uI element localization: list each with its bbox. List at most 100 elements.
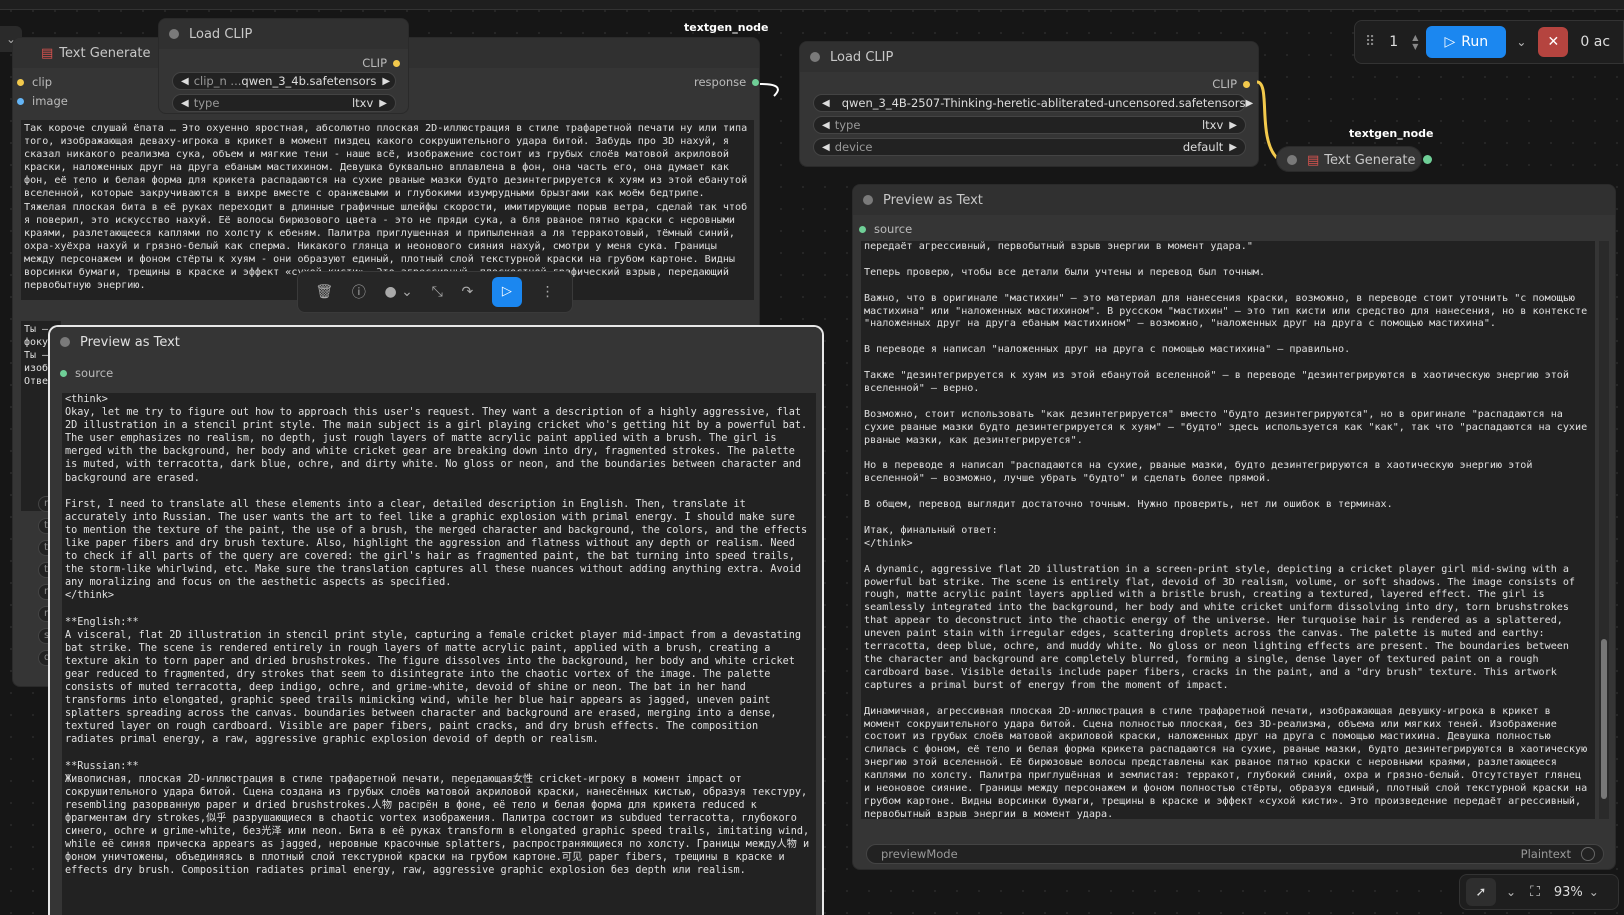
clip-output-dot[interactable]: [1243, 80, 1250, 88]
active-queue[interactable]: 0 ac: [1580, 34, 1610, 50]
trash-icon[interactable]: 🗑: [315, 284, 333, 300]
node-title: Load CLIP: [830, 49, 894, 65]
clip-output[interactable]: CLIP: [362, 56, 400, 70]
run-toolbar: ⠿ 1 ▲ ▼ ▷ Run ⌄ ✕ 0 ac: [1354, 20, 1624, 64]
stop-button[interactable]: ✕: [1538, 27, 1569, 57]
canvas-controls: ➚ ⌄ ⛶ 93% ⌄: [1459, 874, 1619, 910]
node-title: Preview as Text: [80, 334, 180, 350]
prev-arrow-icon[interactable]: ◀: [822, 98, 830, 109]
node-collapse-dot[interactable]: [863, 195, 873, 205]
source-input[interactable]: source: [60, 366, 113, 380]
scrollbar[interactable]: [1599, 241, 1609, 819]
chevron-down-icon[interactable]: ⌄: [1589, 885, 1599, 899]
selection-toolbar: 🗑 ⓘ ● ⌄ ⤡ ↷ ▷ ⋮: [297, 271, 573, 313]
prev-arrow-icon[interactable]: ◀: [822, 142, 830, 153]
node-title: Text Generate: [59, 45, 151, 61]
stepper-icon[interactable]: ▲ ▼: [1412, 33, 1418, 51]
run-label: Run: [1461, 34, 1489, 50]
widget-value: ltxv: [1201, 118, 1224, 132]
load-clip-node[interactable]: Load CLIP CLIP ◀ clip_n ... qwen_3_4b.safe…: [158, 18, 409, 114]
run-icon[interactable]: ▷: [491, 277, 522, 307]
textgen-node-tag-right: textgen_node: [1349, 127, 1434, 140]
next-arrow-icon[interactable]: ▶: [1246, 98, 1254, 109]
preview-text-node-right[interactable]: Preview as Text source передаёт агрессив…: [852, 184, 1616, 870]
source-input[interactable]: source: [859, 222, 912, 236]
image-input-dot[interactable]: [17, 97, 24, 105]
scrollbar-thumb[interactable]: [1601, 639, 1607, 799]
clip-input-dot[interactable]: [17, 78, 24, 86]
node-collapse-dot[interactable]: [60, 337, 70, 347]
widget-label: clip_n ...: [193, 74, 242, 88]
close-icon: ✕: [1547, 34, 1560, 50]
preview-text-area[interactable]: <think> Okay, let me try to figure out h…: [62, 393, 816, 915]
drag-handle-icon[interactable]: ⠿: [1365, 34, 1375, 50]
clip-input-label: clip: [32, 75, 53, 89]
play-icon: ▷: [1444, 34, 1456, 50]
bypass-icon[interactable]: ↷: [461, 284, 473, 300]
widget-label: type: [834, 118, 861, 132]
preview-mode-widget[interactable]: previewMode Plaintext: [866, 844, 1604, 864]
device-widget[interactable]: ◀ device default ▶: [813, 138, 1246, 156]
widget-value: Plaintext: [1520, 847, 1571, 861]
widget-value: default: [1182, 140, 1224, 154]
source-input-label: source: [75, 366, 114, 380]
source-input-dot[interactable]: [60, 369, 67, 377]
text-generate-output-dot[interactable]: [1423, 155, 1432, 164]
clip-output[interactable]: CLIP: [1212, 77, 1250, 91]
collapse-icon[interactable]: ⤡: [432, 284, 443, 300]
text-generate-node-collapsed[interactable]: ▤ Text Generate: [1276, 146, 1422, 172]
document-icon: ▤: [41, 45, 54, 61]
node-title: Load CLIP: [189, 26, 253, 42]
next-arrow-icon[interactable]: ▶: [1229, 142, 1237, 153]
top-strip: [0, 0, 1624, 10]
cursor-icon: ➚: [1475, 884, 1487, 900]
textgen-node-tag: textgen_node: [684, 21, 769, 34]
node-collapse-dot[interactable]: [810, 52, 820, 62]
chevron-down-icon[interactable]: ⌄: [1506, 885, 1516, 899]
node-title: Text Generate: [1324, 152, 1416, 168]
source-input-dot[interactable]: [859, 225, 866, 233]
chevron-down-icon[interactable]: ⌄: [1516, 35, 1526, 49]
run-button[interactable]: ▷ Run: [1426, 26, 1507, 58]
response-output[interactable]: response: [694, 75, 759, 89]
toggle-icon[interactable]: [1581, 847, 1595, 861]
batch-count[interactable]: 1: [1389, 34, 1398, 50]
widget-value: qwen_3_4B-2507-Thinking-heretic-ablitera…: [841, 96, 1246, 110]
prev-arrow-icon[interactable]: ◀: [181, 76, 189, 87]
zoom-level[interactable]: 93%: [1554, 885, 1583, 900]
clip-name-widget[interactable]: ◀ clip_n ... qwen_3_4b.safetensors ▶: [172, 72, 396, 90]
info-icon[interactable]: ⓘ: [352, 282, 366, 302]
clip-output-dot[interactable]: [393, 59, 400, 67]
node-collapse-dot[interactable]: [169, 29, 179, 39]
image-input[interactable]: image: [17, 94, 68, 108]
widget-label: type: [193, 96, 220, 110]
next-arrow-icon[interactable]: ▶: [382, 76, 390, 87]
clip-input[interactable]: clip: [17, 75, 52, 89]
widget-label: device: [834, 140, 873, 154]
fit-view-icon[interactable]: ⛶: [1530, 884, 1540, 900]
prev-arrow-icon[interactable]: ◀: [822, 120, 830, 131]
clip-output-label: CLIP: [1212, 77, 1237, 91]
preview-text-area[interactable]: передаёт агрессивный, первобытный взрыв …: [861, 241, 1595, 819]
select-mode-button[interactable]: ➚: [1466, 878, 1496, 906]
widget-value: qwen_3_4b.safetensors: [241, 74, 377, 88]
clip-name-widget[interactable]: ◀ qwen_3_4B-2507-Thinking-heretic-abliter…: [813, 94, 1253, 112]
next-arrow-icon[interactable]: ▶: [1229, 120, 1237, 131]
document-icon: ▤: [1307, 152, 1320, 168]
more-icon[interactable]: ⋮: [541, 284, 555, 300]
load-clip-node-right[interactable]: Load CLIP CLIP ◀ qwen_3_4B-2507-Thinking-…: [799, 41, 1259, 167]
image-input-label: image: [32, 94, 68, 108]
type-widget[interactable]: ◀ type ltxv ▶: [172, 94, 396, 112]
response-link: [759, 83, 779, 97]
preview-text-node-left[interactable]: Preview as Text source <think> Okay, let…: [48, 325, 824, 915]
next-arrow-icon[interactable]: ▶: [379, 98, 387, 109]
source-input-label: source: [874, 222, 913, 236]
color-icon[interactable]: ● ⌄: [385, 284, 413, 300]
node-collapse-dot[interactable]: [1287, 155, 1297, 165]
response-output-label: response: [694, 75, 747, 89]
widget-label: previewMode: [881, 847, 958, 861]
node-title: Preview as Text: [883, 192, 983, 208]
widget-value: ltxv: [351, 96, 374, 110]
type-widget[interactable]: ◀ type ltxv ▶: [813, 116, 1246, 134]
prev-arrow-icon[interactable]: ◀: [181, 98, 189, 109]
